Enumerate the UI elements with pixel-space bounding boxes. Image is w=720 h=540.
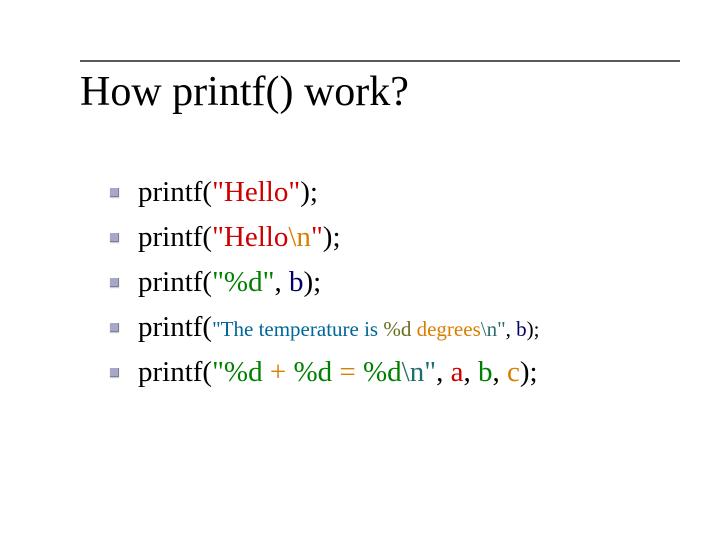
code-text: , (274, 266, 289, 298)
code-text: printf( (138, 266, 212, 298)
code-text: printf( (138, 311, 212, 343)
slide-title: How printf() work? (80, 68, 680, 116)
title-rule (80, 60, 680, 62)
string-literal: degrees (417, 317, 481, 341)
format-spec: %d (383, 317, 416, 341)
arg-var: a (451, 356, 464, 388)
escape-seq: \n" (481, 317, 506, 341)
code-text: , (492, 356, 507, 388)
code-text: printf( (138, 176, 212, 208)
format-spec: %d (293, 356, 332, 388)
list-item: printf("Hello"); (100, 170, 680, 215)
arg-var: b (478, 356, 493, 388)
format-spec: "%d" (212, 266, 274, 298)
string-literal: "The temperature is (212, 317, 383, 341)
code-text: , (506, 317, 517, 341)
code-text: , (463, 356, 478, 388)
list-item: printf("Hello\n"); (100, 215, 680, 260)
string-literal: "Hello" (212, 176, 300, 208)
arg-var: b (516, 317, 527, 341)
string-literal: "Hello (212, 221, 288, 253)
bullet-list: printf("Hello"); printf("Hello\n"); prin… (100, 170, 680, 395)
code-text: , (436, 356, 451, 388)
title-block: How printf() work? (80, 60, 680, 116)
code-text: ); (520, 356, 538, 388)
format-spec: %d (363, 356, 402, 388)
string-literal: + (263, 356, 294, 388)
list-item: printf("The temperature is %d degrees\n"… (100, 305, 680, 350)
code-text: ); (527, 317, 540, 341)
list-item: printf("%d", b); (100, 260, 680, 305)
code-text: ); (323, 221, 341, 253)
arg-var: b (289, 266, 304, 298)
format-spec: "%d (212, 356, 263, 388)
code-text: ); (303, 266, 321, 298)
code-text: printf( (138, 356, 212, 388)
escape-seq: \n (288, 221, 311, 253)
arg-var: c (507, 356, 520, 388)
string-literal: " (311, 221, 323, 253)
escape-seq: \n" (402, 356, 436, 388)
code-text: ); (300, 176, 318, 208)
code-text: printf( (138, 221, 212, 253)
list-item: printf("%d + %d = %d\n", a, b, c); (100, 350, 680, 395)
slide: How printf() work? printf("Hello"); prin… (0, 0, 720, 540)
string-literal: = (332, 356, 363, 388)
